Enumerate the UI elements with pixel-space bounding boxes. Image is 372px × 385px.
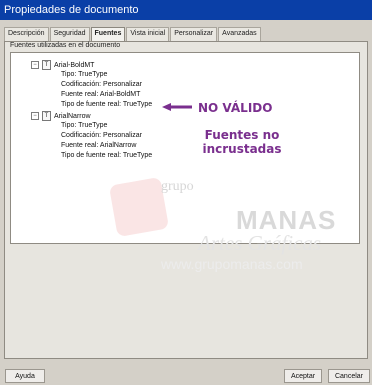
- font-item-arialnarrow[interactable]: − T ArialNarrow: [31, 111, 91, 121]
- font-encoding: Codificación: Personalizar: [61, 132, 142, 139]
- help-button[interactable]: Ayuda: [5, 369, 45, 383]
- tab-avanzadas[interactable]: Avanzadas: [218, 27, 261, 41]
- cancel-button[interactable]: Cancelar: [328, 369, 370, 383]
- font-actual: Fuente real: ArialNarrow: [61, 142, 137, 149]
- accept-button[interactable]: Aceptar: [284, 369, 322, 383]
- tab-vista-inicial[interactable]: Vista inicial: [126, 27, 170, 41]
- watermark-text-3: Artes Gráficas: [198, 231, 322, 255]
- font-type: Tipo: TrueType: [61, 71, 108, 78]
- watermark-text-4: www.grupomanas.com: [161, 256, 303, 272]
- font-actual: Fuente real: Arial-BoldMT: [61, 91, 141, 98]
- font-actual-type: Tipo de fuente real: TrueType: [61, 101, 153, 108]
- font-file-icon: T: [42, 111, 51, 121]
- tab-strip: Descripción Seguridad Fuentes Vista inic…: [4, 27, 262, 41]
- font-name: ArialNarrow: [54, 112, 91, 120]
- arrow-left-icon: [162, 103, 192, 111]
- invalid-annotation: NO VÁLIDO: [198, 101, 273, 115]
- tab-descripcion[interactable]: Descripción: [4, 27, 49, 41]
- tab-seguridad[interactable]: Seguridad: [49, 27, 90, 41]
- fonts-list[interactable]: grupo MANAS Artes Gráficas www.grupomana…: [10, 52, 360, 272]
- collapse-icon[interactable]: −: [31, 61, 39, 69]
- not-embedded-annotation: Fuentes no incrustadas: [196, 128, 288, 156]
- collapse-icon[interactable]: −: [31, 112, 39, 120]
- font-actual-type: Tipo de fuente real: TrueType: [61, 152, 153, 159]
- not-embedded-line-1: Fuentes no: [204, 128, 280, 142]
- font-encoding: Codificación: Personalizar: [61, 81, 142, 88]
- font-item-arial-boldmt[interactable]: − T Arial-BoldMT: [31, 60, 94, 70]
- watermark-text-1: grupo: [161, 179, 194, 194]
- tab-fuentes[interactable]: Fuentes: [90, 27, 126, 41]
- font-name: Arial-BoldMT: [54, 61, 95, 69]
- font-file-icon: T: [42, 60, 51, 70]
- not-embedded-line-2: incrustadas: [202, 142, 282, 156]
- font-type: Tipo: TrueType: [61, 122, 108, 129]
- window-title: Propiedades de documento: [0, 0, 372, 20]
- fonts-group-label: Fuentes utilizadas en el documento: [10, 42, 121, 49]
- tab-personalizar[interactable]: Personalizar: [170, 27, 218, 41]
